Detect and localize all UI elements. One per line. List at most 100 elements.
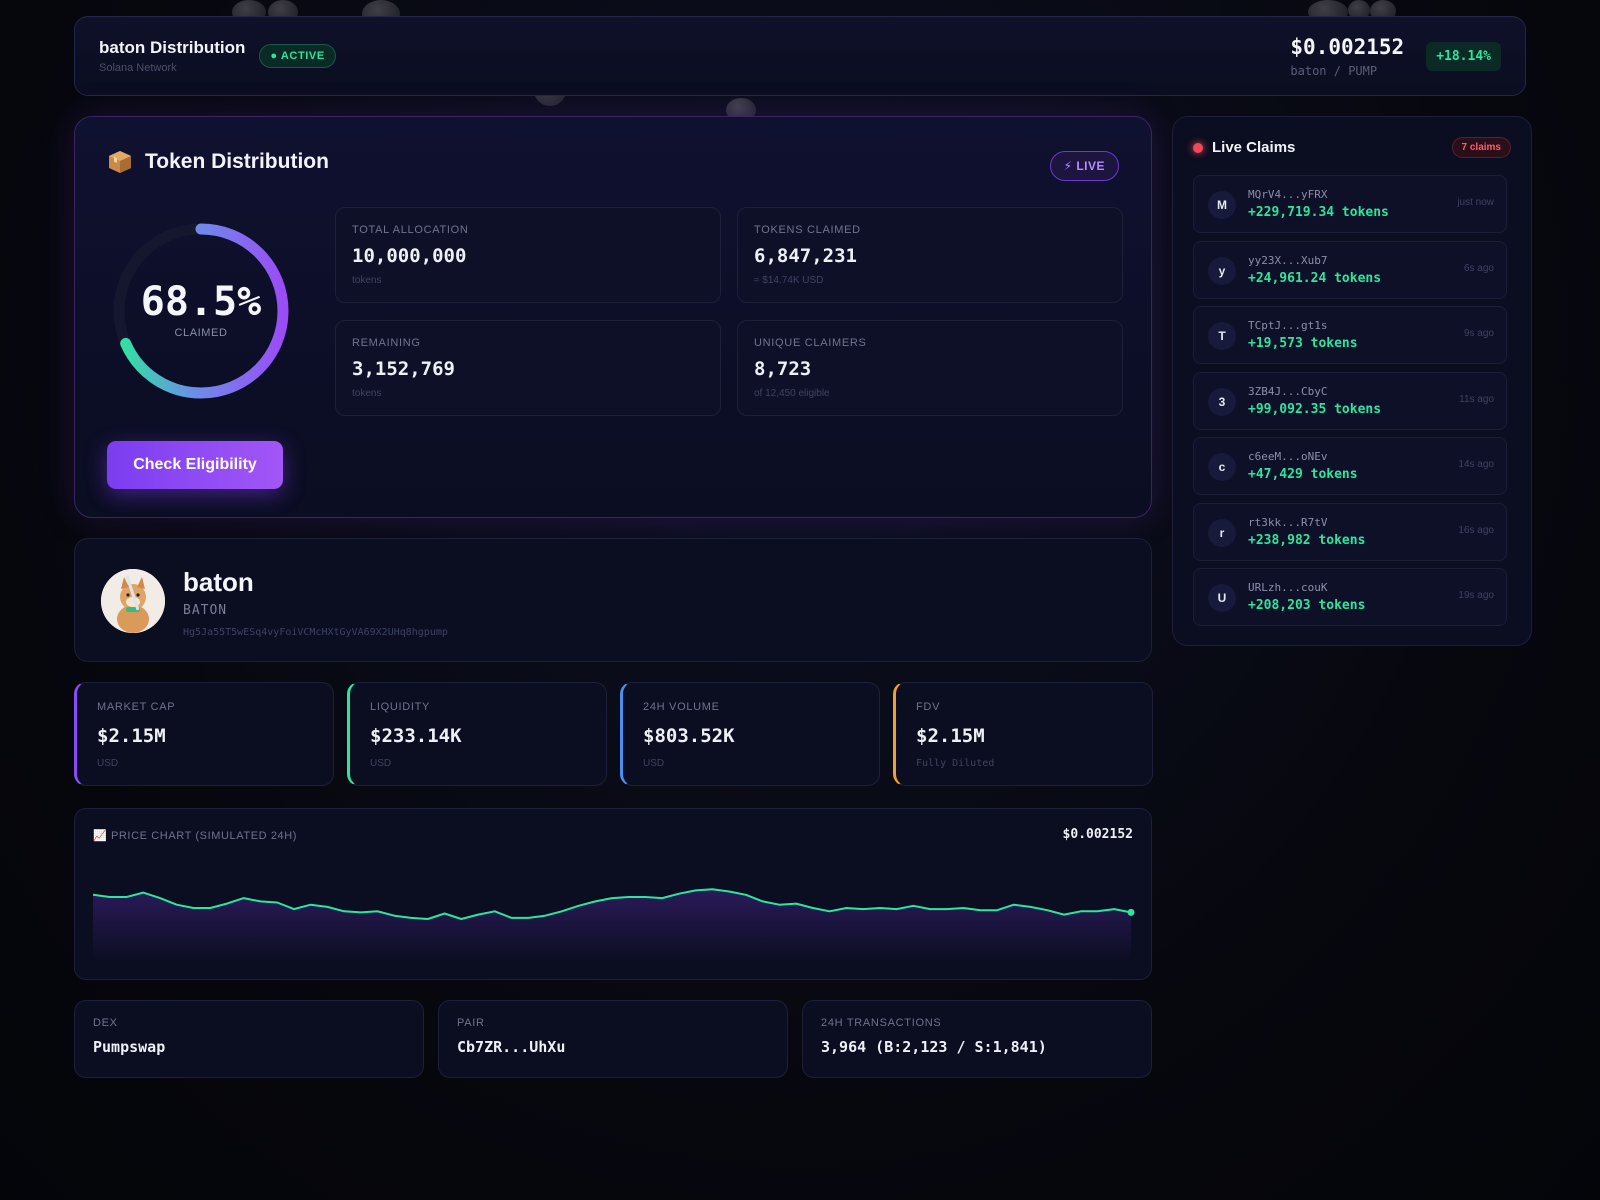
live-indicator-badge[interactable]: ⚡ LIVE <box>1049 151 1119 181</box>
stat-label: TOKENS CLAIMED <box>754 224 861 236</box>
metric-fdv: FDV $2.15M Fully Diluted <box>893 682 1153 786</box>
claims-header: Live Claims <box>1193 139 1295 156</box>
stat-value: 10,000,000 <box>352 245 467 267</box>
claimed-label: CLAIMED <box>174 327 228 339</box>
stat-total-allocation: TOTAL ALLOCATION 10,000,000 tokens <box>335 207 721 303</box>
claimer-initial-avatar: T <box>1208 322 1236 350</box>
claimer-initial-avatar: M <box>1208 191 1236 219</box>
info-pair: PAIR Cb7ZR...UhXu <box>438 1000 788 1078</box>
stat-value: 3,152,769 <box>352 358 455 380</box>
claimer-address: yy23X...Xub7 <box>1248 254 1328 267</box>
price-chart-card: 📈 PRICE CHART (SIMULATED 24H) $0.002152 <box>74 808 1152 980</box>
metric-liquidity: LIQUIDITY $233.14K USD <box>347 682 607 786</box>
claimer-address: c6eeM...oNEv <box>1248 450 1328 463</box>
live-dot-icon <box>1193 142 1203 153</box>
metric-sub: USD <box>97 758 119 769</box>
claimer-address: MQrV4...yFRX <box>1248 188 1328 201</box>
claim-amount: +24,961.24 tokens <box>1248 271 1382 286</box>
claimer-initial-avatar: U <box>1208 584 1236 612</box>
metric-label: FDV <box>916 701 941 713</box>
stat-sub: tokens <box>352 275 382 286</box>
chart-title: 📈 PRICE CHART (SIMULATED 24H) <box>93 830 298 842</box>
stat-value: 6,847,231 <box>754 245 857 267</box>
metric-value: $2.15M <box>97 725 166 747</box>
price-line-chart <box>93 888 1135 963</box>
info-value: 3,964 (B:2,123 / S:1,841) <box>821 1038 1047 1056</box>
trading-pair-label: baton / PUMP <box>1290 63 1378 78</box>
info-value: Pumpswap <box>93 1038 166 1056</box>
metric-label: 24H VOLUME <box>643 701 720 713</box>
top-header-bar: baton Distribution Solana Network ● ACTI… <box>74 16 1526 96</box>
metric-value: $2.15M <box>916 725 985 747</box>
claim-item[interactable]: c c6eeM...oNEv +47,429 tokens 14s ago <box>1193 437 1507 495</box>
token-profile-card: baton BATON Hg5Ja55T5wESq4vyFoiVCMcHXtGy… <box>74 538 1152 662</box>
brand-block: baton Distribution Solana Network <box>99 38 245 74</box>
metric-value: $803.52K <box>643 725 735 747</box>
info-dex: DEX Pumpswap <box>74 1000 424 1078</box>
claim-item[interactable]: r rt3kk...R7tV +238,982 tokens 16s ago <box>1193 503 1507 561</box>
claimer-address: 3ZB4J...CbyC <box>1248 385 1328 398</box>
claim-time: 19s ago <box>1458 590 1494 601</box>
metric-label: MARKET CAP <box>97 701 176 713</box>
metric-label: LIQUIDITY <box>370 701 431 713</box>
network-label: Solana Network <box>99 62 177 74</box>
contract-address[interactable]: Hg5Ja55T5wESq4vyFoiVCMcHXtGyVA69X2UHq8hg… <box>183 627 448 638</box>
claim-amount: +19,573 tokens <box>1248 336 1358 351</box>
claimer-initial-avatar: r <box>1208 519 1236 547</box>
claim-item[interactable]: U URLzh...couK +208,203 tokens 19s ago <box>1193 568 1507 626</box>
info-label: PAIR <box>457 1017 485 1029</box>
package-icon <box>107 149 133 175</box>
claim-item[interactable]: T TCptJ...gt1s +19,573 tokens 9s ago <box>1193 306 1507 364</box>
stat-label: REMAINING <box>352 337 421 349</box>
claim-amount: +229,719.34 tokens <box>1248 205 1389 220</box>
stat-sub: tokens <box>352 388 382 399</box>
claim-item[interactable]: 3 3ZB4J...CbyC +99,092.35 tokens 11s ago <box>1193 372 1507 430</box>
claim-amount: +208,203 tokens <box>1248 598 1366 613</box>
stat-remaining: REMAINING 3,152,769 tokens <box>335 320 721 416</box>
metric-market-cap: MARKET CAP $2.15M USD <box>74 682 334 786</box>
claimer-initial-avatar: c <box>1208 453 1236 481</box>
claimed-percentage: 68.5% <box>140 279 262 325</box>
info-label: DEX <box>93 1017 118 1029</box>
current-price: $0.002152 <box>1290 34 1405 59</box>
claim-item[interactable]: y yy23X...Xub7 +24,961.24 tokens 6s ago <box>1193 241 1507 299</box>
token-ticker: BATON <box>183 603 228 618</box>
stat-unique-claimers: UNIQUE CLAIMERS 8,723 of 12,450 eligible <box>737 320 1123 416</box>
token-name: baton <box>183 567 254 597</box>
chart-current-price: $0.002152 <box>1062 827 1133 842</box>
claim-time: 6s ago <box>1463 263 1494 274</box>
claim-item[interactable]: M MQrV4...yFRX +229,719.34 tokens just n… <box>1193 175 1507 233</box>
claimer-initial-avatar: 3 <box>1208 388 1236 416</box>
token-distribution-panel: Token Distribution ⚡ LIVE 68.5% CLAIMED … <box>74 116 1152 518</box>
stat-tokens-claimed: TOKENS CLAIMED 6,847,231 ≈ $14.74K USD <box>737 207 1123 303</box>
app-title: baton Distribution <box>99 38 246 57</box>
info-value[interactable]: Cb7ZR...UhXu <box>457 1038 769 1056</box>
metric-sub: USD <box>643 758 665 769</box>
claims-title: Live Claims <box>1212 139 1296 156</box>
metric-sub: USD <box>370 758 392 769</box>
claimer-address: TCptJ...gt1s <box>1248 319 1328 332</box>
check-eligibility-button[interactable]: Check Eligibility <box>107 441 283 489</box>
price-change-badge: +18.14% <box>1426 41 1501 71</box>
claim-time: 9s ago <box>1463 328 1494 339</box>
claimer-address: URLzh...couK <box>1248 581 1328 594</box>
claim-time: 11s ago <box>1459 394 1494 405</box>
claim-amount: +47,429 tokens <box>1248 467 1358 482</box>
claim-time: 16s ago <box>1458 525 1494 536</box>
metric-value: $233.14K <box>370 725 462 747</box>
claimer-initial-avatar: y <box>1208 257 1236 285</box>
claimer-address: rt3kk...R7tV <box>1248 516 1328 529</box>
panel-header: Token Distribution <box>107 149 329 175</box>
claim-amount: +238,982 tokens <box>1248 533 1366 548</box>
status-badge: ● ACTIVE <box>259 44 336 68</box>
claim-time: just now <box>1457 197 1494 208</box>
claim-amount: +99,092.35 tokens <box>1248 402 1382 417</box>
info-24h-transactions: 24H TRANSACTIONS 3,964 (B:2,123 / S:1,84… <box>802 1000 1152 1078</box>
stat-label: UNIQUE CLAIMERS <box>754 337 867 349</box>
live-claims-panel: Live Claims 7 claims M MQrV4...yFRX +229… <box>1172 116 1532 646</box>
claim-time: 14s ago <box>1458 459 1494 470</box>
stat-sub: ≈ $14.74K USD <box>754 275 824 286</box>
metric-24h-volume: 24H VOLUME $803.52K USD <box>620 682 880 786</box>
info-label: 24H TRANSACTIONS <box>821 1017 942 1029</box>
metric-sub: Fully Diluted <box>916 758 995 769</box>
